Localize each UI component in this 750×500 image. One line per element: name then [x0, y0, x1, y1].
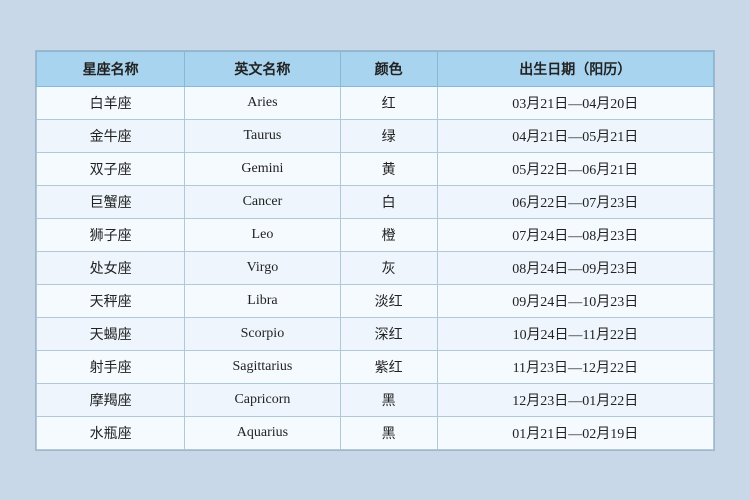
cell-dates: 10月24日—11月22日: [437, 317, 713, 350]
cell-english-name: Aries: [185, 86, 340, 119]
cell-chinese-name: 天蝎座: [37, 317, 185, 350]
cell-dates: 09月24日—10月23日: [437, 284, 713, 317]
cell-english-name: Sagittarius: [185, 350, 340, 383]
cell-english-name: Virgo: [185, 251, 340, 284]
cell-chinese-name: 天秤座: [37, 284, 185, 317]
cell-chinese-name: 射手座: [37, 350, 185, 383]
cell-dates: 07月24日—08月23日: [437, 218, 713, 251]
zodiac-table-container: 星座名称 英文名称 颜色 出生日期（阳历） 白羊座Aries红03月21日—04…: [35, 50, 715, 451]
cell-chinese-name: 金牛座: [37, 119, 185, 152]
cell-dates: 06月22日—07月23日: [437, 185, 713, 218]
cell-dates: 08月24日—09月23日: [437, 251, 713, 284]
cell-english-name: Leo: [185, 218, 340, 251]
cell-chinese-name: 狮子座: [37, 218, 185, 251]
header-english-name: 英文名称: [185, 51, 340, 86]
cell-english-name: Taurus: [185, 119, 340, 152]
header-color: 颜色: [340, 51, 437, 86]
table-row: 水瓶座Aquarius黑01月21日—02月19日: [37, 416, 714, 449]
cell-chinese-name: 白羊座: [37, 86, 185, 119]
cell-color: 黄: [340, 152, 437, 185]
cell-color: 橙: [340, 218, 437, 251]
cell-english-name: Aquarius: [185, 416, 340, 449]
cell-chinese-name: 双子座: [37, 152, 185, 185]
cell-english-name: Libra: [185, 284, 340, 317]
cell-dates: 03月21日—04月20日: [437, 86, 713, 119]
cell-color: 紫红: [340, 350, 437, 383]
table-row: 处女座Virgo灰08月24日—09月23日: [37, 251, 714, 284]
cell-dates: 12月23日—01月22日: [437, 383, 713, 416]
cell-dates: 01月21日—02月19日: [437, 416, 713, 449]
cell-english-name: Cancer: [185, 185, 340, 218]
cell-dates: 04月21日—05月21日: [437, 119, 713, 152]
cell-chinese-name: 巨蟹座: [37, 185, 185, 218]
header-dates: 出生日期（阳历）: [437, 51, 713, 86]
cell-english-name: Capricorn: [185, 383, 340, 416]
table-row: 狮子座Leo橙07月24日—08月23日: [37, 218, 714, 251]
cell-color: 深红: [340, 317, 437, 350]
cell-color: 红: [340, 86, 437, 119]
cell-color: 绿: [340, 119, 437, 152]
cell-color: 白: [340, 185, 437, 218]
cell-color: 黑: [340, 383, 437, 416]
cell-english-name: Gemini: [185, 152, 340, 185]
table-row: 摩羯座Capricorn黑12月23日—01月22日: [37, 383, 714, 416]
table-row: 双子座Gemini黄05月22日—06月21日: [37, 152, 714, 185]
cell-dates: 05月22日—06月21日: [437, 152, 713, 185]
table-row: 天秤座Libra淡红09月24日—10月23日: [37, 284, 714, 317]
header-chinese-name: 星座名称: [37, 51, 185, 86]
table-row: 射手座Sagittarius紫红11月23日—12月22日: [37, 350, 714, 383]
table-body: 白羊座Aries红03月21日—04月20日金牛座Taurus绿04月21日—0…: [37, 86, 714, 449]
cell-chinese-name: 水瓶座: [37, 416, 185, 449]
table-row: 金牛座Taurus绿04月21日—05月21日: [37, 119, 714, 152]
zodiac-table: 星座名称 英文名称 颜色 出生日期（阳历） 白羊座Aries红03月21日—04…: [36, 51, 714, 450]
cell-chinese-name: 处女座: [37, 251, 185, 284]
cell-color: 黑: [340, 416, 437, 449]
table-header-row: 星座名称 英文名称 颜色 出生日期（阳历）: [37, 51, 714, 86]
cell-dates: 11月23日—12月22日: [437, 350, 713, 383]
table-row: 巨蟹座Cancer白06月22日—07月23日: [37, 185, 714, 218]
table-row: 天蝎座Scorpio深红10月24日—11月22日: [37, 317, 714, 350]
cell-english-name: Scorpio: [185, 317, 340, 350]
cell-color: 灰: [340, 251, 437, 284]
cell-chinese-name: 摩羯座: [37, 383, 185, 416]
table-row: 白羊座Aries红03月21日—04月20日: [37, 86, 714, 119]
cell-color: 淡红: [340, 284, 437, 317]
